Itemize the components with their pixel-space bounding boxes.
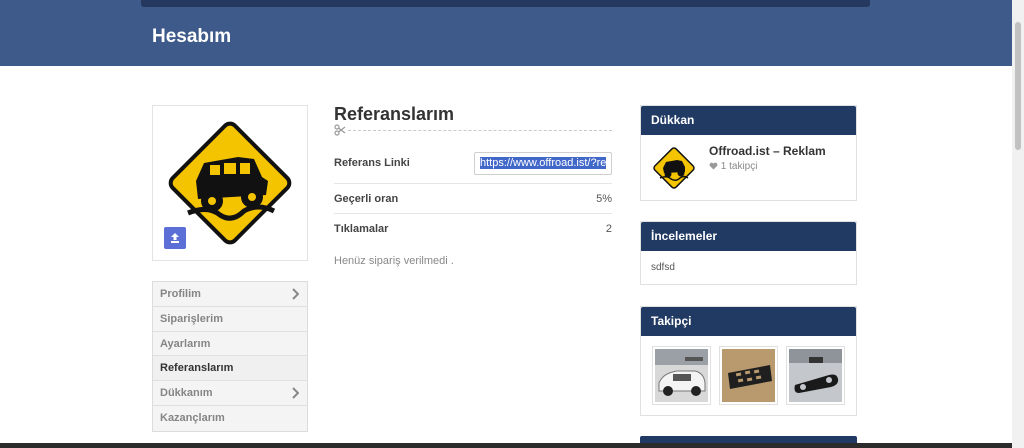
profile-avatar: [152, 105, 308, 261]
review-text: sdfsd: [651, 262, 675, 273]
followers-widget-title: Takipçi: [641, 307, 856, 336]
store-widget-title: Dükkan: [641, 106, 856, 135]
sidebar-item-siparislerim[interactable]: Siparişlerim: [153, 306, 307, 332]
clicks-label: Tıklamalar: [334, 223, 389, 235]
follower-thumbnail[interactable]: [719, 346, 778, 405]
store-logo[interactable]: [650, 144, 698, 192]
upload-avatar-button[interactable]: [164, 227, 186, 249]
store-widget: Dükkan Offroad.ist – Reklam 1 takipçi: [640, 105, 857, 201]
heart-icon: [709, 162, 718, 170]
follower-thumbnail[interactable]: [786, 346, 845, 405]
sidebar-item-referanslarim[interactable]: Referanslarım: [153, 356, 307, 382]
followers-widget: Takipçi: [640, 306, 857, 416]
page-header: Hesabım: [0, 0, 1012, 66]
page: Hesabım Profilim Siparişlerim Ayarlarım …: [0, 0, 1024, 448]
empty-orders-message: Henüz sipariş verilmedi .: [334, 255, 454, 267]
upload-icon: [171, 233, 179, 243]
referrals-title: Referanslarım: [334, 104, 455, 124]
reviews-widget: İncelemeler sdfsd: [640, 221, 857, 285]
store-followers-count: 1 takipçi: [720, 161, 758, 172]
sidebar-item-profilim[interactable]: Profilim: [153, 282, 307, 307]
scissors-icon: [334, 124, 346, 136]
chevron-right-icon: [292, 288, 299, 300]
store-followers: 1 takipçi: [709, 161, 757, 172]
reviews-widget-title: İncelemeler: [641, 222, 856, 251]
rate-value: 5%: [596, 193, 612, 205]
referral-link-value: https://www.offroad.ist/?re: [480, 157, 607, 169]
referral-link-field[interactable]: https://www.offroad.ist/?re: [474, 152, 612, 175]
clicks-row: Tıklamalar 2: [334, 214, 612, 244]
follower-image: [789, 349, 842, 402]
rate-row: Geçerli oran 5%: [334, 184, 612, 214]
follower-thumbnail[interactable]: [652, 346, 711, 405]
store-name-link[interactable]: Offroad.ist – Reklam: [709, 144, 826, 158]
referral-link-label: Referans Linki: [334, 157, 410, 169]
chevron-right-icon: [292, 387, 299, 399]
scrollbar-thumb[interactable]: [1015, 22, 1021, 150]
header-top-bar: [141, 0, 870, 7]
sidebar-item-dukkanim[interactable]: Dükkanım: [153, 381, 307, 406]
clicks-value: 2: [605, 223, 612, 235]
sidebar-item-label: Profilim: [160, 288, 201, 300]
sidebar-item-label: Ayarlarım: [160, 337, 211, 350]
follower-image: [722, 349, 775, 402]
sidebar-item-kazanclarim[interactable]: Kazançlarım: [153, 405, 307, 431]
title-divider: [348, 130, 612, 131]
account-menu: Profilim Siparişlerim Ayarlarım Referans…: [152, 281, 308, 432]
follower-image: [655, 349, 708, 402]
rate-label: Geçerli oran: [334, 193, 399, 205]
sidebar-item-ayarlarim[interactable]: Ayarlarım: [153, 331, 307, 357]
sidebar-item-label: Dükkanım: [160, 387, 213, 400]
sidebar-item-label: Referanslarım: [160, 362, 234, 375]
page-scrollbar[interactable]: [1012, 0, 1024, 448]
page-title: Hesabım: [152, 26, 232, 47]
sidebar-item-label: Kazançlarım: [160, 411, 225, 424]
window-bottom-edge: [0, 443, 1012, 448]
sidebar-item-label: Siparişlerim: [160, 312, 223, 325]
